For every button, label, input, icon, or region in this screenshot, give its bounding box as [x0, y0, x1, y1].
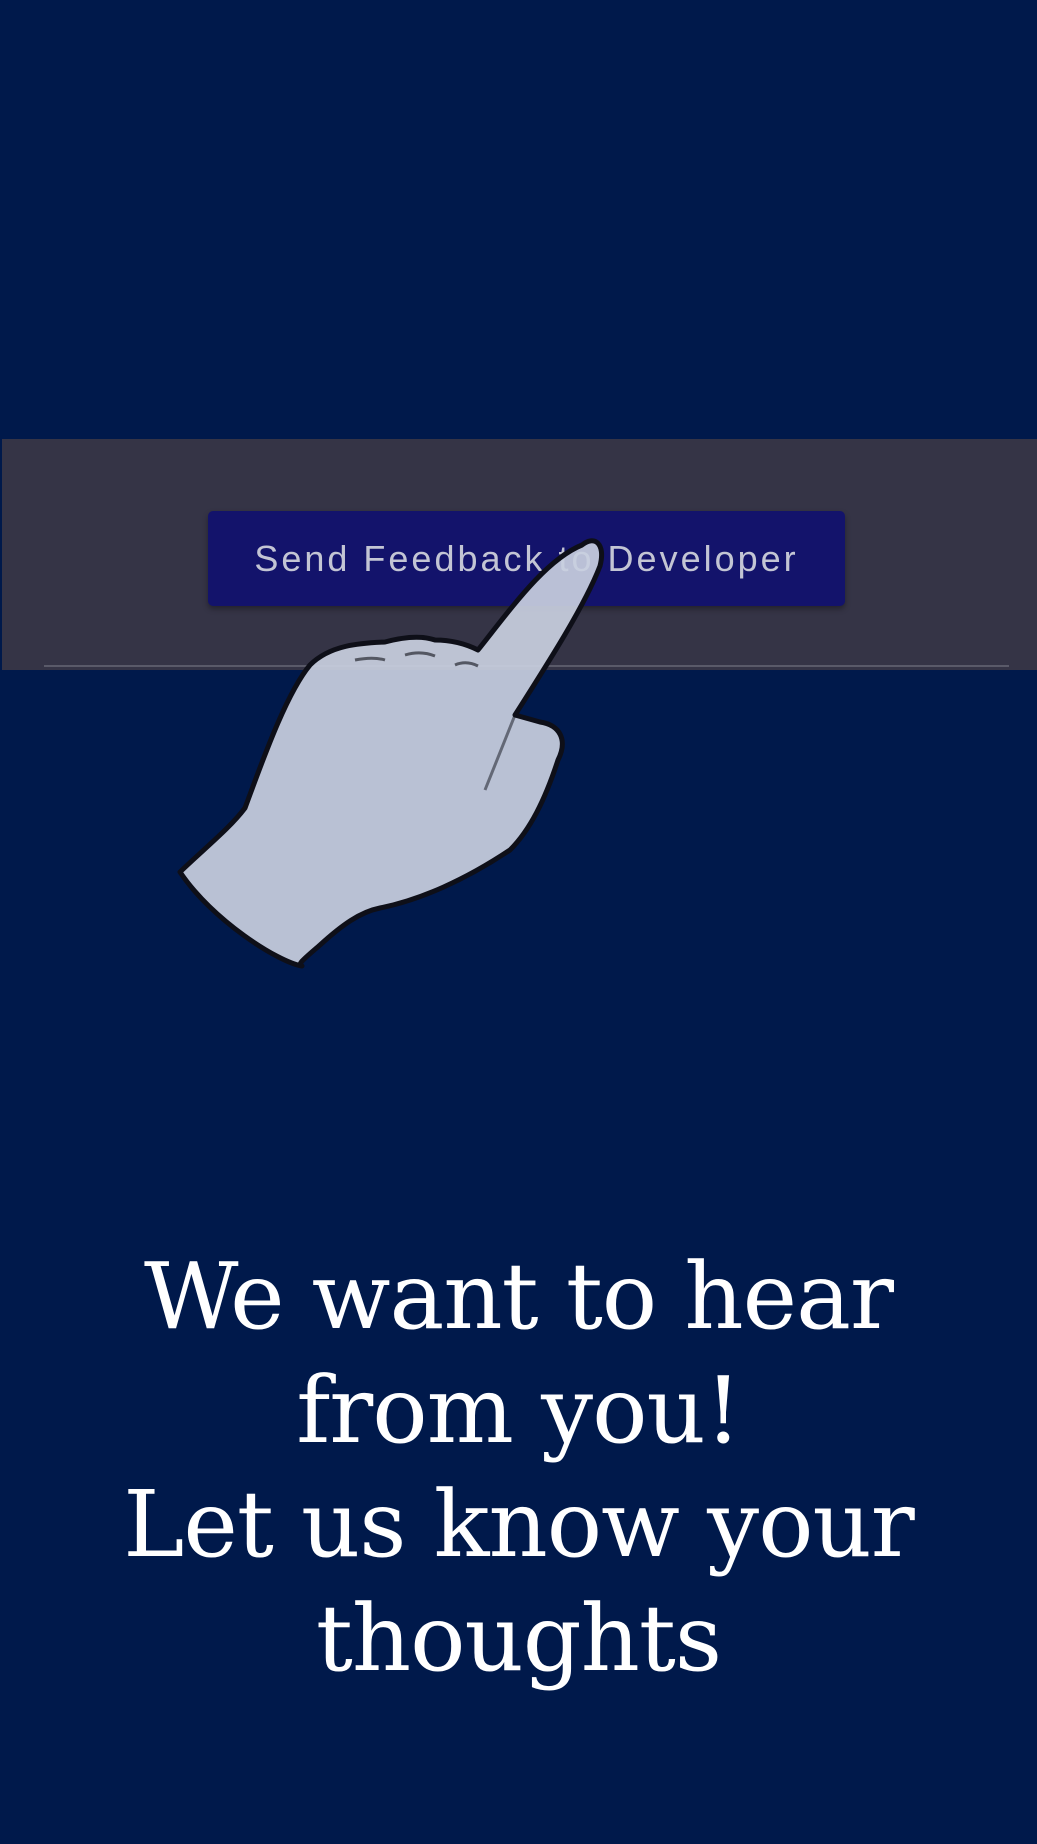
divider — [44, 665, 1009, 667]
headline-line: Let us know your — [123, 1471, 914, 1578]
headline-line: thoughts — [315, 1585, 722, 1692]
headline-line: from you! — [296, 1357, 742, 1464]
send-feedback-button[interactable]: Send Feedback to Developer — [208, 511, 845, 606]
headline-line: We want to hear — [144, 1243, 894, 1350]
headline: We want to hear from you! Let us know yo… — [60, 1240, 977, 1696]
